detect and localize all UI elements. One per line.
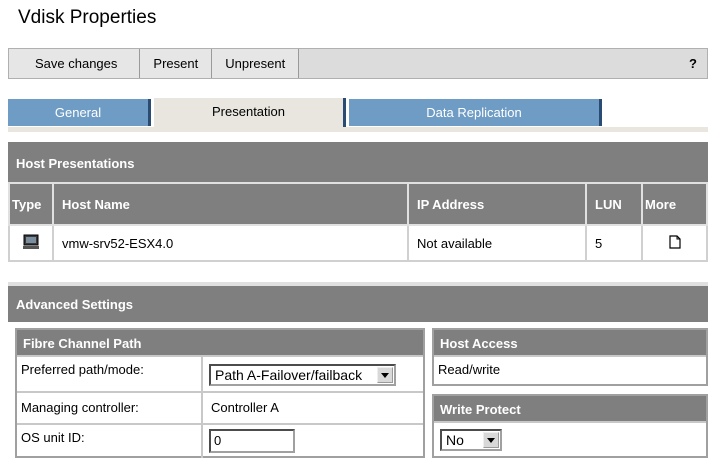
present-button[interactable]: Present [140,49,213,78]
col-ip-address: IP Address [407,182,587,226]
managing-controller-value: Controller A [211,400,279,415]
host-access-header: Host Access [434,330,706,355]
write-protect-select[interactable]: No [440,429,502,451]
ip-address-cell: Not available [407,224,587,262]
tab-data-replication[interactable]: Data Replication [349,99,602,126]
host-access-row: Read/write [434,355,706,386]
preferred-path-label: Preferred path/mode: [21,362,144,377]
advanced-settings-panel: Advanced Settings [8,282,708,322]
col-more: More [641,182,708,226]
tab-general[interactable]: General [8,99,151,126]
col-host-name: Host Name [52,182,409,226]
write-protect-value: No [446,432,464,448]
host-access-value: Read/write [438,362,501,377]
os-unit-id-row: OS unit ID: 0 [17,423,423,458]
fibre-channel-box: Fibre Channel Path Preferred path/mode: … [15,328,425,458]
type-cell [8,224,54,262]
host-presentations-header: Host Presentations [8,142,708,182]
save-changes-button[interactable]: Save changes [9,49,141,78]
preferred-path-select[interactable]: Path A-Failover/failback [209,364,396,386]
document-icon[interactable] [668,234,681,249]
preferred-path-row: Preferred path/mode: Path A-Failover/fai… [17,355,423,391]
preferred-path-value: Path A-Failover/failback [215,367,363,383]
host-access-box: Host Access Read/write [432,328,708,386]
fibre-channel-header: Fibre Channel Path [17,330,423,355]
os-unit-id-label: OS unit ID: [21,430,85,445]
host-presentations-table: Type Host Name IP Address LUN More vmw-s… [8,182,708,262]
unpresent-button[interactable]: Unpresent [212,49,300,78]
page-title: Vdisk Properties [18,7,157,28]
os-unit-id-input[interactable]: 0 [209,429,295,453]
col-type: Type [8,182,54,226]
divider [201,357,203,391]
write-protect-row: No [434,421,706,458]
divider [201,393,203,423]
advanced-settings-body: Fibre Channel Path Preferred path/mode: … [8,322,708,465]
chevron-down-icon[interactable] [483,432,499,448]
tab-bar: General Presentation Data Replication [8,98,708,127]
tab-underline [8,127,708,132]
table-row: vmw-srv52-ESX4.0 Not available 5 [8,224,708,262]
divider [201,425,203,458]
host-presentations-panel: Host Presentations Type Host Name IP Add… [8,142,708,262]
server-icon [23,234,39,249]
advanced-settings-header: Advanced Settings [8,282,708,322]
tab-presentation[interactable]: Presentation [154,98,346,127]
chevron-down-icon[interactable] [377,367,393,383]
write-protect-box: Write Protect No [432,394,708,458]
host-name-cell[interactable]: vmw-srv52-ESX4.0 [52,224,409,262]
toolbar: Save changes Present Unpresent ? [8,48,708,79]
col-lun: LUN [585,182,643,226]
help-button[interactable]: ? [679,49,707,78]
write-protect-header: Write Protect [434,396,706,421]
managing-controller-row: Managing controller: Controller A [17,391,423,423]
more-cell [641,224,708,262]
managing-controller-label: Managing controller: [21,400,139,415]
lun-cell: 5 [585,224,643,262]
